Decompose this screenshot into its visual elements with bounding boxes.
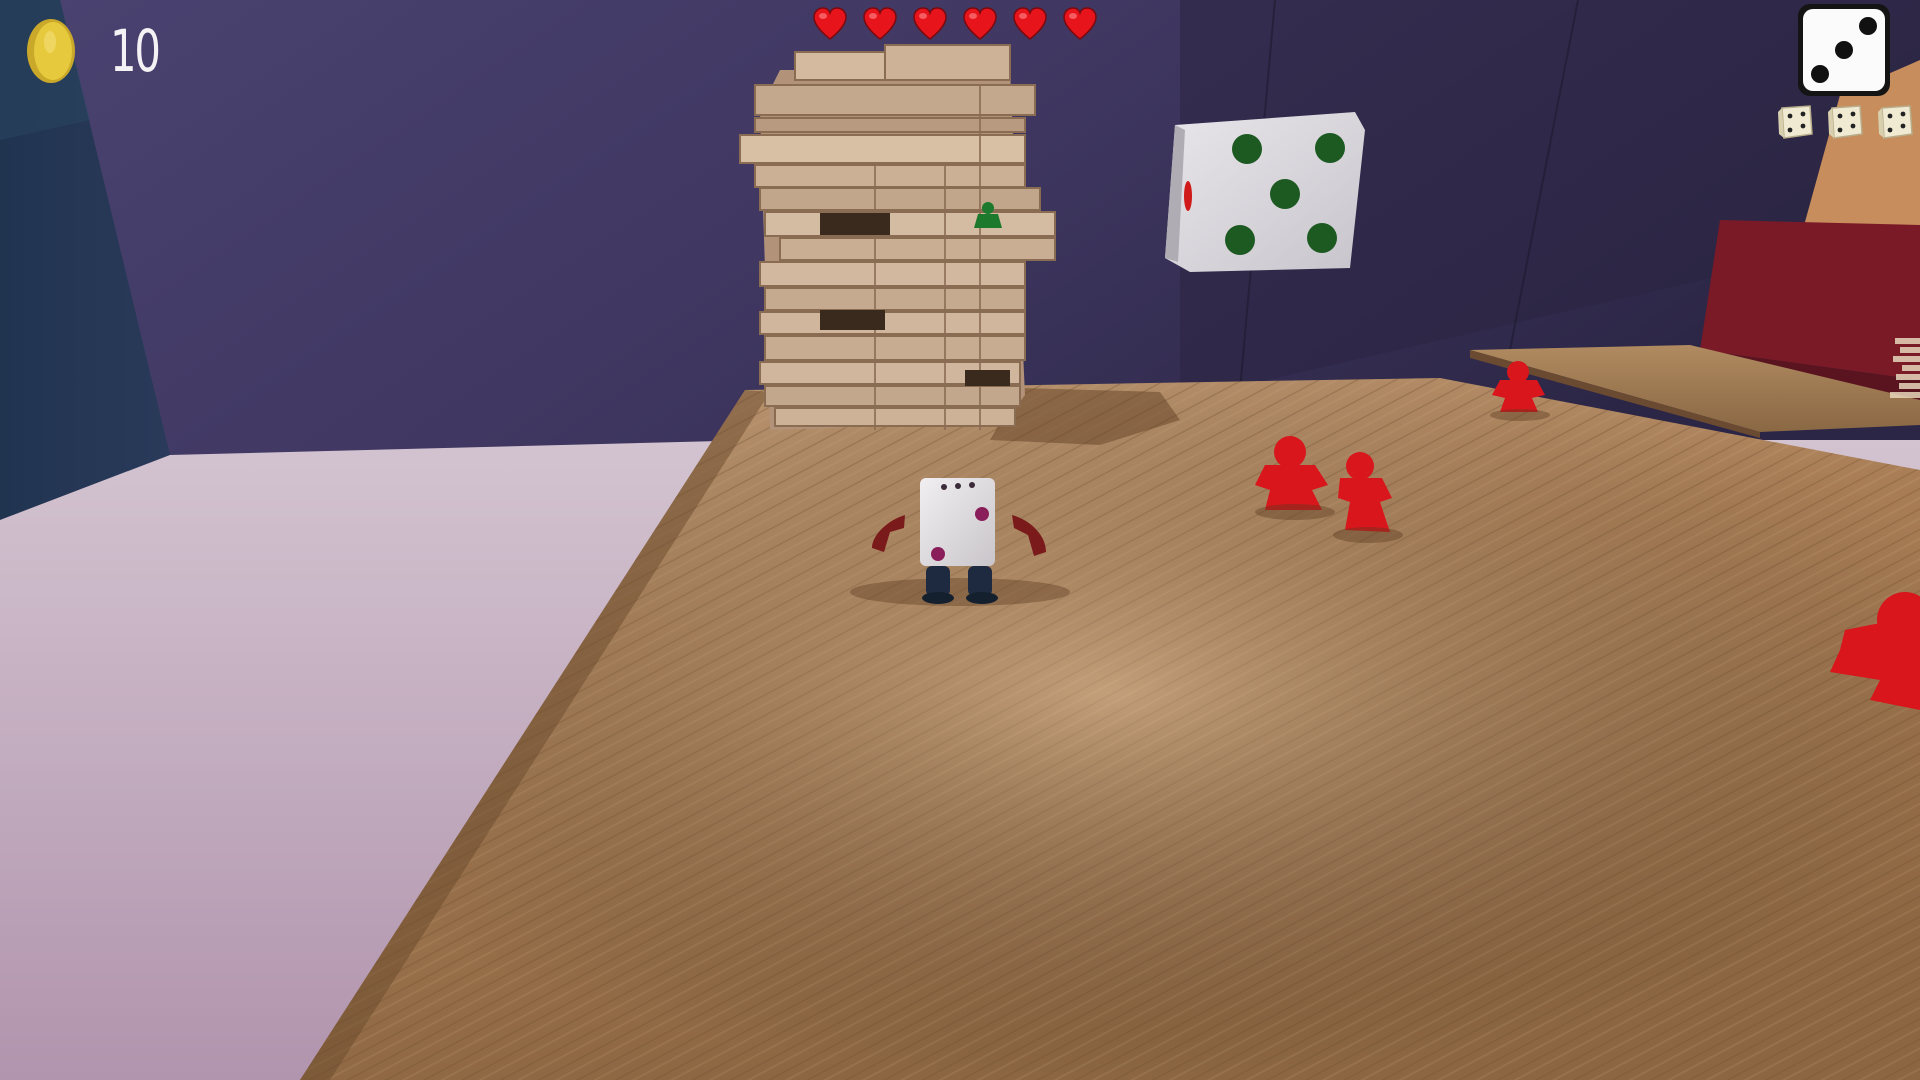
heart-icon — [963, 7, 997, 40]
game-scene — [0, 0, 1920, 1080]
coin-count: 10 — [110, 17, 161, 85]
jenga-tower — [739, 44, 1056, 430]
heart-icon — [1063, 7, 1097, 40]
health-hearts — [812, 6, 1098, 42]
mini-die-icon — [1828, 105, 1863, 139]
dice-panel — [1774, 0, 1914, 150]
coin-counter: 10 — [26, 16, 178, 86]
mini-die-icon — [1778, 105, 1813, 139]
dice-reserve — [1776, 104, 1914, 142]
heart-icon — [913, 7, 947, 40]
die-face-icon — [1798, 4, 1890, 96]
coin-icon — [27, 19, 75, 83]
heart-icon — [1013, 7, 1047, 40]
giant-die — [1165, 112, 1365, 272]
die-pip — [1835, 41, 1853, 59]
die-pip — [1859, 17, 1877, 35]
game-viewport[interactable]: 10 — [0, 0, 1920, 1080]
mini-die-icon — [1878, 105, 1913, 139]
die-pip — [1811, 65, 1829, 83]
heart-icon — [863, 7, 897, 40]
heart-icon — [813, 7, 847, 40]
